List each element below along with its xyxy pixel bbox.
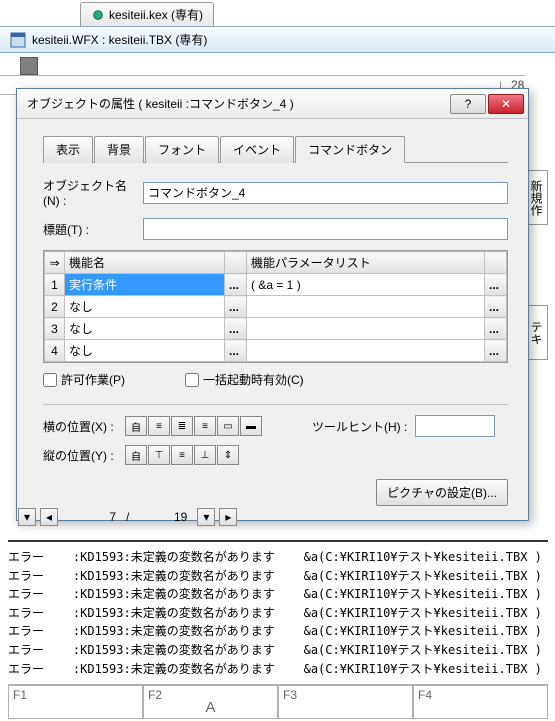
child-window-bar: kesiteii.WFX : kesiteii.TBX (専有) xyxy=(0,26,555,53)
child-window-title: kesiteii.WFX : kesiteii.TBX (専有) xyxy=(32,31,207,48)
ellipsis-button[interactable]: ... xyxy=(485,318,507,340)
ellipsis-button[interactable]: ... xyxy=(225,318,247,340)
close-icon: ✕ xyxy=(501,97,511,111)
table-row: 3 なし ... ... xyxy=(45,318,507,340)
fkey-4[interactable]: F4 xyxy=(413,685,548,719)
ellipsis-button[interactable]: ... xyxy=(485,296,507,318)
ellipsis-button[interactable]: ... xyxy=(485,340,507,362)
tab-commandbutton[interactable]: コマンドボタン xyxy=(295,136,405,163)
file-icon xyxy=(91,8,105,22)
function-keys: F1 F2A F3 F4 xyxy=(8,684,548,719)
hpos-label: 横の位置(X) : xyxy=(43,418,125,435)
file-tab[interactable]: kesiteii.kex (専有) xyxy=(80,2,214,26)
ellipsis-button[interactable]: ... xyxy=(225,296,247,318)
batch-checkbox[interactable]: 一括起動時有効(C) xyxy=(185,371,304,388)
pager-first-icon[interactable]: ◂ xyxy=(40,508,58,526)
param-cell[interactable] xyxy=(247,296,485,318)
objname-input[interactable] xyxy=(143,182,508,204)
help-icon: ? xyxy=(465,97,472,111)
caption-input[interactable] xyxy=(143,218,508,240)
permit-checkbox[interactable]: 許可作業(P) xyxy=(43,371,125,388)
objname-label: オブジェクト名(N) : xyxy=(43,177,143,208)
vpos-label: 縦の位置(Y) : xyxy=(43,447,125,464)
pager-dropdown-icon[interactable]: ▾ xyxy=(197,508,215,526)
func-cell[interactable]: なし xyxy=(65,318,225,340)
table-row: 4 なし ... ... xyxy=(45,340,507,362)
valign-fill-icon[interactable]: ⇕ xyxy=(217,445,239,465)
valign-bottom-icon[interactable]: ⊥ xyxy=(194,445,216,465)
fkey-2[interactable]: F2A xyxy=(143,685,278,719)
param-cell[interactable]: ( &a = 1 ) xyxy=(247,274,485,296)
pager-next-icon[interactable]: ▸ xyxy=(219,508,237,526)
halign-buttons: 自 ≡ ≣ ≡ ▭ ▬ xyxy=(125,416,262,436)
grid-hdr-arrow: ⇒ xyxy=(45,252,65,274)
align-free-icon[interactable]: 自 xyxy=(125,416,147,436)
grid-hdr-func[interactable]: 機能名 xyxy=(65,252,225,274)
pager-prev-icon[interactable]: ▾ xyxy=(18,508,36,526)
fkey-3[interactable]: F3 xyxy=(278,685,413,719)
fkey-1[interactable]: F1 xyxy=(8,685,143,719)
align-stretch-icon[interactable]: ▬ xyxy=(240,416,262,436)
valign-buttons: 自 ⊤ ≡ ⊥ ⇕ xyxy=(125,445,239,465)
table-row: 1 実行条件 ... ( &a = 1 ) ... xyxy=(45,274,507,296)
dialog-title: オブジェクトの属性 ( kesiteii :コマンドボタン_4 ) xyxy=(27,95,294,112)
ellipsis-button[interactable]: ... xyxy=(225,274,247,296)
close-button[interactable]: ✕ xyxy=(488,94,524,114)
help-button[interactable]: ? xyxy=(450,94,486,114)
tab-display[interactable]: 表示 xyxy=(43,136,93,163)
tab-background[interactable]: 背景 xyxy=(94,136,144,163)
valign-middle-icon[interactable]: ≡ xyxy=(171,445,193,465)
pager-sep: / xyxy=(126,510,129,524)
valign-free-icon[interactable]: 自 xyxy=(125,445,147,465)
grid-hdr-ellipsis2 xyxy=(485,252,507,274)
grid-hdr-ellipsis1 xyxy=(225,252,247,274)
properties-dialog: オブジェクトの属性 ( kesiteii :コマンドボタン_4 ) ? ✕ 表示… xyxy=(16,88,529,521)
tab-event[interactable]: イベント xyxy=(220,136,294,163)
func-cell[interactable]: なし xyxy=(65,340,225,362)
side-strip: 新規作 テキ xyxy=(525,65,555,390)
file-tab-strip: kesiteii.kex (専有) xyxy=(0,0,555,26)
record-pager: ▾ ◂ 7 / 19 ▾ ▸ xyxy=(18,508,237,526)
picture-settings-button[interactable]: ピクチャの設定(B)... xyxy=(376,479,508,506)
align-left-icon[interactable]: ≡ xyxy=(148,416,170,436)
handle-box[interactable] xyxy=(20,57,38,75)
ellipsis-button[interactable]: ... xyxy=(225,340,247,362)
toolhint-input[interactable] xyxy=(415,415,495,437)
tab-font[interactable]: フォント xyxy=(145,136,219,163)
pager-total: 19 xyxy=(133,510,193,524)
pager-current: 7 xyxy=(62,510,122,524)
func-cell[interactable]: なし xyxy=(65,296,225,318)
align-center-icon[interactable]: ≣ xyxy=(171,416,193,436)
align-right-icon[interactable]: ≡ xyxy=(194,416,216,436)
func-cell[interactable]: 実行条件 xyxy=(65,274,225,296)
file-tab-label: kesiteii.kex (専有) xyxy=(109,6,203,23)
caption-label: 標題(T) : xyxy=(43,221,143,238)
param-cell[interactable] xyxy=(247,340,485,362)
dialog-titlebar[interactable]: オブジェクトの属性 ( kesiteii :コマンドボタン_4 ) ? ✕ xyxy=(17,89,528,119)
table-row: 2 なし ... ... xyxy=(45,296,507,318)
param-cell[interactable] xyxy=(247,318,485,340)
align-fill-icon[interactable]: ▭ xyxy=(217,416,239,436)
grid-hdr-param[interactable]: 機能パラメータリスト xyxy=(247,252,485,274)
error-log[interactable]: エラー :KD1593:未定義の変数名があります &a(C:¥KIRI10¥テス… xyxy=(8,540,548,678)
toolhint-label: ツールヒント(H) : xyxy=(312,418,407,435)
form-icon xyxy=(10,32,26,48)
valign-top-icon[interactable]: ⊤ xyxy=(148,445,170,465)
ellipsis-button[interactable]: ... xyxy=(485,274,507,296)
property-tabs: 表示 背景 フォント イベント コマンドボタン xyxy=(43,135,508,163)
function-grid[interactable]: ⇒ 機能名 機能パラメータリスト 1 実行条件 ... ( &a = 1 ) .… xyxy=(43,250,508,363)
